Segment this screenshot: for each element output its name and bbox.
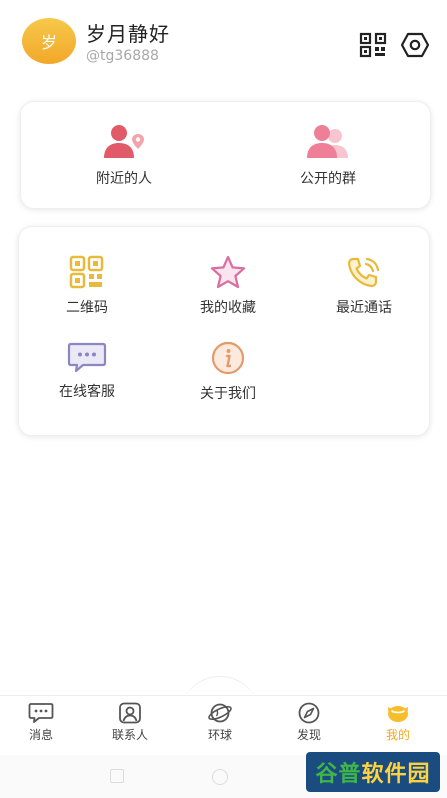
favorites-label: 我的收藏 bbox=[200, 300, 256, 316]
me-icon bbox=[388, 706, 408, 722]
profile-handle: @tg36888 bbox=[86, 48, 159, 64]
group-icon bbox=[307, 125, 348, 158]
message-icon bbox=[28, 703, 54, 723]
about-us-button[interactable]: 关于我们 bbox=[183, 341, 273, 403]
profile-name: 岁月静好 bbox=[86, 22, 170, 46]
phone-call-icon bbox=[347, 257, 380, 288]
nav-label: 环球 bbox=[207, 728, 232, 742]
qr-code-icon[interactable] bbox=[359, 32, 387, 58]
profile-header: 岁 岁月静好 @tg36888 bbox=[0, 0, 447, 90]
nav-item-me[interactable]: 我的 bbox=[363, 702, 433, 743]
compass-icon bbox=[298, 702, 320, 724]
nav-label: 消息 bbox=[28, 728, 53, 742]
nearby-people-label: 附近的人 bbox=[96, 171, 152, 187]
recent-calls-button[interactable]: 最近通话 bbox=[319, 255, 409, 317]
public-groups-button[interactable]: 公开的群 bbox=[283, 124, 373, 188]
chat-bubble-icon bbox=[67, 342, 107, 373]
nearby-person-icon bbox=[104, 125, 144, 158]
about-us-label: 关于我们 bbox=[200, 386, 256, 402]
public-groups-label: 公开的群 bbox=[300, 171, 356, 187]
qr-code-button[interactable]: 二维码 bbox=[47, 255, 127, 317]
contacts-icon bbox=[119, 702, 141, 724]
star-icon bbox=[210, 255, 246, 289]
watermark-logo: 谷普 软件园 bbox=[306, 752, 440, 792]
watermark-part1: 谷普 bbox=[315, 762, 362, 787]
recent-calls-label: 最近通话 bbox=[336, 300, 392, 316]
settings-hexagon-icon[interactable] bbox=[401, 32, 429, 58]
nav-label: 发现 bbox=[296, 728, 321, 742]
qr-code-label: 二维码 bbox=[66, 300, 108, 316]
recent-apps-icon[interactable] bbox=[110, 769, 124, 783]
favorites-button[interactable]: 我的收藏 bbox=[183, 255, 273, 317]
nearby-groups-card: 附近的人 公开的群 bbox=[20, 101, 431, 209]
nav-label: 联系人 bbox=[111, 728, 148, 742]
online-support-button[interactable]: 在线客服 bbox=[47, 341, 127, 401]
nav-item-discover[interactable]: 发现 bbox=[274, 702, 344, 743]
home-icon[interactable] bbox=[212, 769, 228, 785]
nav-item-contacts[interactable]: 联系人 bbox=[95, 702, 165, 743]
features-card: 二维码 我的收藏 最近通话 在线客服 关于我们 bbox=[18, 226, 430, 436]
bottom-navigation: 消息 联系人 环球 发现 我的 bbox=[0, 695, 447, 755]
info-icon bbox=[211, 341, 245, 375]
watermark-part2: 软件园 bbox=[361, 762, 431, 787]
qr-code-icon bbox=[69, 255, 104, 289]
nav-label: 我的 bbox=[385, 728, 410, 742]
nav-item-globe[interactable]: 环球 bbox=[185, 702, 255, 743]
online-support-label: 在线客服 bbox=[59, 384, 115, 400]
globe-icon bbox=[208, 703, 232, 723]
avatar[interactable]: 岁 bbox=[22, 18, 76, 64]
nav-item-messages[interactable]: 消息 bbox=[6, 702, 76, 743]
nearby-people-button[interactable]: 附近的人 bbox=[79, 124, 169, 188]
